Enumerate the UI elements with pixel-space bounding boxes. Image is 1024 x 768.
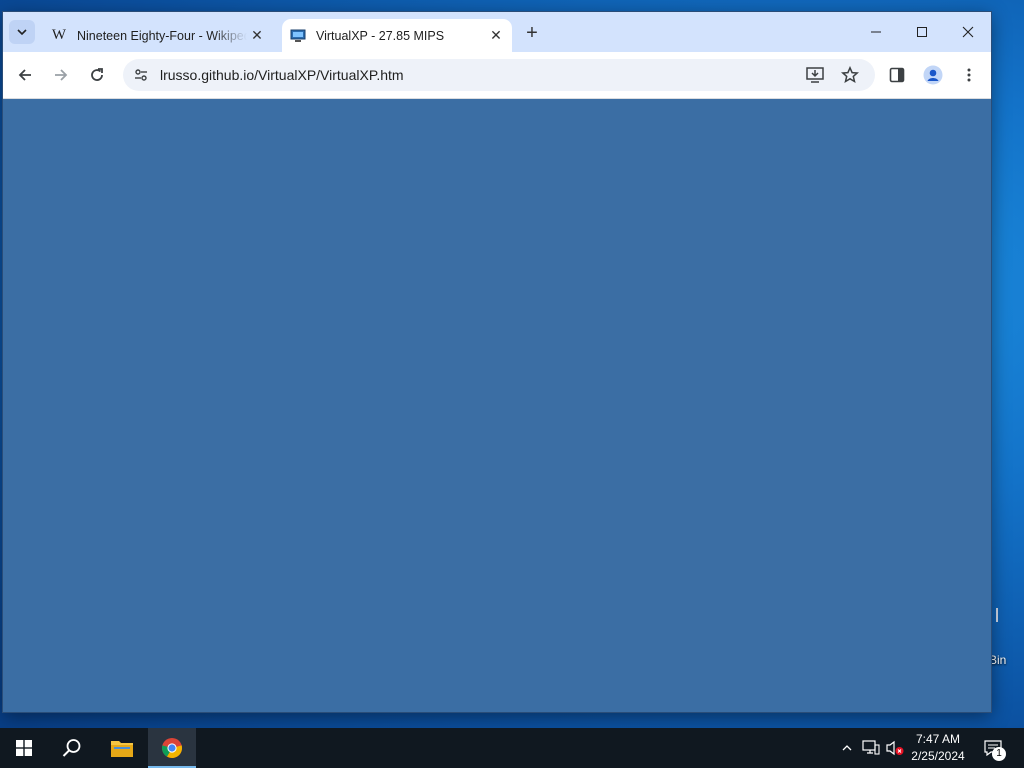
close-tab-icon[interactable]: ✕ [486,26,506,46]
browser-window: W Nineteen Eighty-Four - Wikipedia ✕ Vir… [3,12,991,712]
back-button[interactable] [10,60,40,90]
network-tray-button[interactable] [860,728,882,768]
file-explorer-taskbar-button[interactable] [98,728,146,768]
taskbar: 7:47 AM 2/25/2024 [0,728,1024,768]
folder-icon [111,741,133,757]
address-bar[interactable]: lrusso.github.io/VirtualXP/VirtualXP.htm [123,59,875,91]
browser-toolbar: lrusso.github.io/VirtualXP/VirtualXP.htm [3,52,991,99]
search-icon [62,739,81,757]
clock-time: 7:47 AM [915,732,961,746]
windows-logo-icon [16,740,32,756]
reload-icon [91,68,103,81]
side-panel-icon [889,67,905,83]
show-hidden-icons-button[interactable] [838,728,856,768]
maximize-icon [917,27,927,37]
tab-search-button[interactable] [9,20,35,44]
computer-favicon-icon [290,28,306,44]
side-panel-button[interactable] [882,60,912,90]
bookmark-star-icon[interactable] [838,63,862,87]
tab-strip: W Nineteen Eighty-Four - Wikipedia ✕ Vir… [3,12,991,52]
close-window-button[interactable] [946,16,990,48]
minimize-icon [871,31,881,33]
forward-button[interactable] [46,60,76,90]
tab-virtualxp[interactable]: VirtualXP - 27.85 MIPS ✕ [282,19,512,52]
start-button[interactable] [0,728,48,768]
new-tab-button[interactable]: + [520,21,544,45]
close-tab-icon[interactable]: ✕ [247,26,267,46]
arrow-left-icon [18,69,31,81]
search-button[interactable] [48,728,96,768]
tab-title: VirtualXP - 27.85 MIPS [316,28,445,43]
chrome-icon [161,738,183,759]
wikipedia-favicon-icon: W [51,27,67,43]
install-app-icon[interactable] [803,63,827,87]
url-text[interactable]: lrusso.github.io/VirtualXP/VirtualXP.htm [160,67,404,83]
system-clock[interactable]: 7:47 AM 2/25/2024 [906,731,970,765]
minimize-button[interactable] [854,16,898,48]
close-icon [962,26,974,38]
maximize-button[interactable] [900,16,944,48]
notification-count-badge: 1 [992,747,1006,761]
chevron-down-icon [17,29,27,36]
network-icon [862,740,880,755]
arrow-right-icon [55,69,68,81]
profile-button[interactable] [918,60,948,90]
speaker-muted-icon [886,740,904,756]
tab-wikipedia[interactable]: W Nineteen Eighty-Four - Wikipedia ✕ [43,19,273,52]
chevron-up-icon [842,745,852,751]
page-content[interactable] [3,99,991,712]
avatar-icon [923,65,943,85]
site-info-icon[interactable] [131,65,151,85]
menu-button[interactable] [954,60,984,90]
volume-tray-button[interactable] [884,728,906,768]
recycle-bin-label[interactable]: Bin [989,653,1006,667]
more-vertical-icon [967,68,971,82]
clock-date: 2/25/2024 [911,749,965,763]
chrome-taskbar-button[interactable] [148,728,196,768]
reload-button[interactable] [82,60,112,90]
tab-title: Nineteen Eighty-Four - Wikipedia [77,28,247,43]
